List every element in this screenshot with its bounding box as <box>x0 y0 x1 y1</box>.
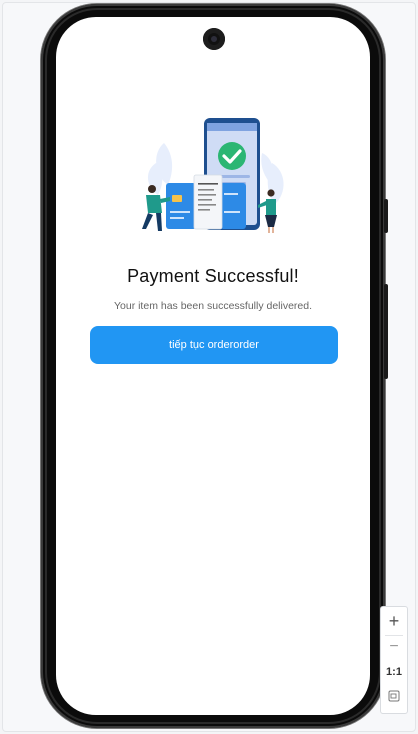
zoom-in-button[interactable]: + <box>381 611 407 631</box>
illustration-card-right <box>220 183 246 229</box>
zoom-controls: + − 1:1 <box>380 606 408 714</box>
continue-order-button[interactable]: tiếp tục orderorder <box>90 326 338 364</box>
continue-order-button-label: tiếp tục orderorder <box>169 339 259 351</box>
fit-screen-button[interactable] <box>381 689 407 705</box>
power-button <box>384 284 388 379</box>
zoom-out-button[interactable]: − <box>381 637 407 657</box>
fit-screen-icon <box>388 690 400 702</box>
plus-icon: + <box>388 611 400 631</box>
phone-screen: Payment Successful! Your item has been s… <box>56 17 370 715</box>
payment-success-subtitle: Your item has been successfully delivere… <box>113 300 313 312</box>
success-check-icon <box>218 142 246 170</box>
zoom-divider <box>385 635 403 636</box>
illustration-card-left <box>166 183 196 229</box>
reset-zoom-button[interactable]: 1:1 <box>381 665 407 679</box>
minus-icon: − <box>389 638 399 655</box>
front-camera <box>203 28 225 50</box>
payment-success-title: Payment Successful! <box>127 266 299 286</box>
payment-success-illustration <box>142 118 284 233</box>
phone-frame: Payment Successful! Your item has been s… <box>41 4 388 728</box>
volume-up-button <box>384 199 388 233</box>
reset-zoom-label: 1:1 <box>386 666 402 678</box>
